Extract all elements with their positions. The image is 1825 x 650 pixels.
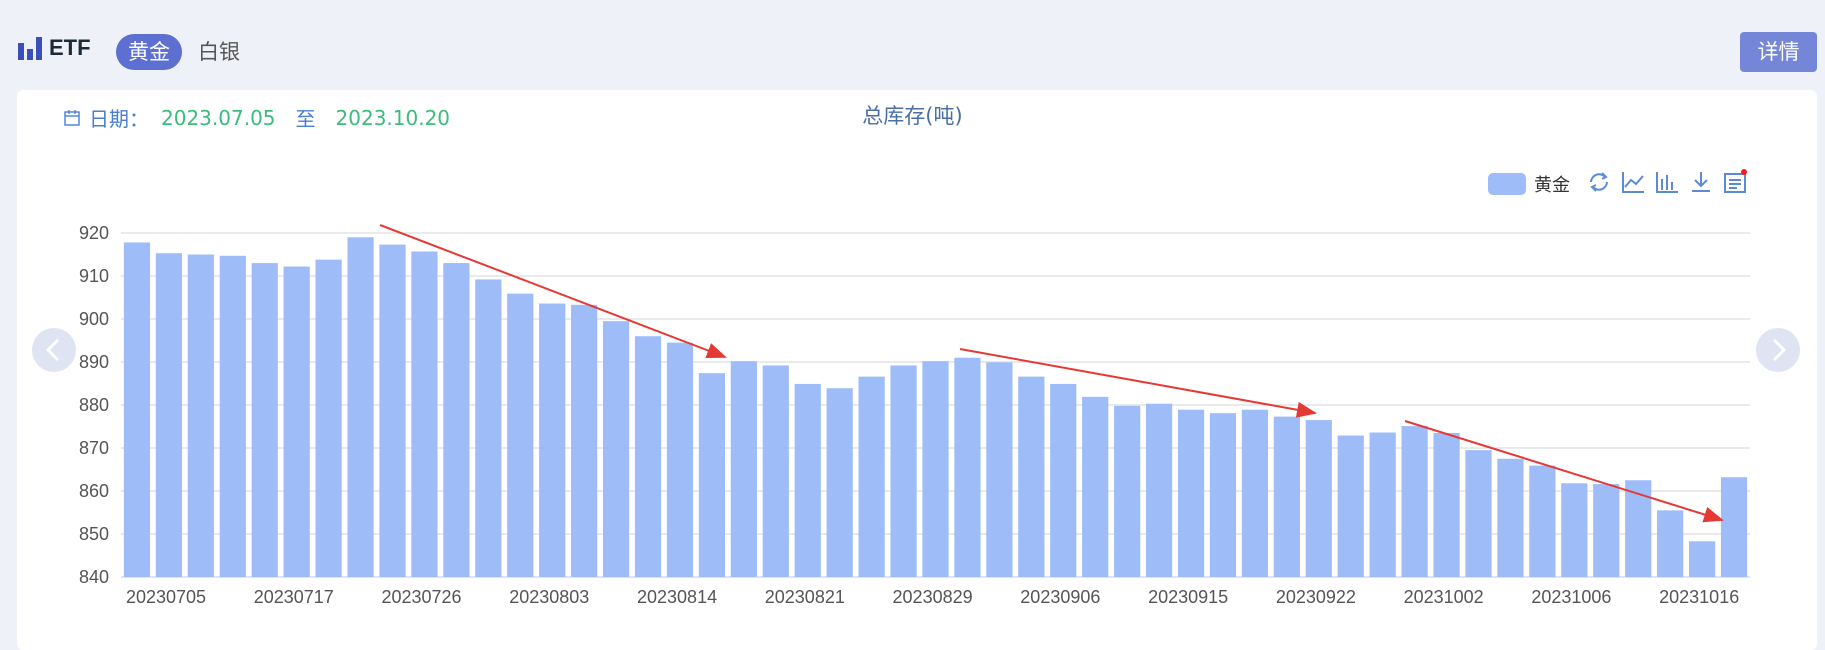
y-tick-label: 880 <box>79 395 109 415</box>
bar[interactable] <box>155 253 183 577</box>
bar[interactable] <box>475 279 502 577</box>
bar[interactable] <box>762 365 789 577</box>
bar-chart: 840 850 860 870 880 890 900 910 920 20230705 2023… <box>79 223 1750 607</box>
bar[interactable] <box>986 362 1013 577</box>
x-tick-label: 20230726 <box>381 587 461 607</box>
x-tick-label: 20230821 <box>765 587 845 607</box>
trend-arrow <box>959 348 1317 418</box>
y-tick-label: 890 <box>79 352 109 372</box>
y-tick-label: 850 <box>79 524 109 544</box>
bar[interactable] <box>1561 483 1588 577</box>
y-tick-label: 840 <box>79 567 109 587</box>
bar[interactable] <box>443 263 470 577</box>
bar[interactable] <box>251 263 278 577</box>
bar[interactable] <box>1114 405 1141 577</box>
bar[interactable] <box>1720 477 1748 577</box>
bar[interactable] <box>858 376 885 577</box>
bar[interactable] <box>219 255 246 578</box>
x-tick-label: 20230814 <box>637 587 717 607</box>
bar[interactable] <box>602 321 630 577</box>
y-tick-label: 900 <box>79 309 109 329</box>
bar[interactable] <box>730 361 757 577</box>
bar[interactable] <box>123 242 151 577</box>
bar[interactable] <box>1465 450 1492 577</box>
x-tick-label: 20230922 <box>1276 587 1356 607</box>
bar[interactable] <box>794 383 821 577</box>
bar[interactable] <box>411 251 438 578</box>
x-tick-label: 20230906 <box>1020 587 1100 607</box>
bar[interactable] <box>1593 484 1620 577</box>
x-tick-label: 20231006 <box>1531 587 1611 607</box>
x-tick-label: 20231002 <box>1404 587 1484 607</box>
bar[interactable] <box>1433 432 1460 577</box>
bar[interactable] <box>1050 383 1077 577</box>
bar[interactable] <box>507 293 534 577</box>
bar[interactable] <box>187 254 214 578</box>
bar[interactable] <box>1657 510 1684 577</box>
bar[interactable] <box>922 361 949 577</box>
bar[interactable] <box>666 342 694 577</box>
x-tick-label: 20230717 <box>254 587 334 607</box>
bar[interactable] <box>1145 403 1173 577</box>
bar[interactable] <box>539 303 566 577</box>
bar[interactable] <box>379 244 406 578</box>
y-tick-label: 920 <box>79 223 109 243</box>
bar[interactable] <box>826 388 853 577</box>
x-tick-label: 20230803 <box>509 587 589 607</box>
bar[interactable] <box>1305 420 1332 577</box>
x-tick-label: 20231016 <box>1659 587 1739 607</box>
bar[interactable] <box>1273 416 1300 577</box>
bar[interactable] <box>1241 409 1269 577</box>
bar[interactable] <box>315 259 342 577</box>
x-tick-label: 20230915 <box>1148 587 1228 607</box>
bar[interactable] <box>1497 458 1524 577</box>
bar[interactable] <box>1529 465 1556 577</box>
bar[interactable] <box>571 304 598 577</box>
bar[interactable] <box>347 237 374 578</box>
y-tick-label: 860 <box>79 481 109 501</box>
bar[interactable] <box>1337 435 1364 577</box>
x-tick-label: 20230829 <box>893 587 973 607</box>
bar[interactable] <box>890 365 917 577</box>
y-tick-label: 870 <box>79 438 109 458</box>
bar[interactable] <box>1688 541 1716 577</box>
bar[interactable] <box>634 336 662 577</box>
y-tick-label: 910 <box>79 266 109 286</box>
bar[interactable] <box>698 373 726 577</box>
bar[interactable] <box>283 266 310 577</box>
bar[interactable] <box>1018 376 1045 577</box>
bar[interactable] <box>1401 426 1428 577</box>
bar[interactable] <box>1209 413 1237 577</box>
bar[interactable] <box>1082 396 1109 577</box>
bar[interactable] <box>954 357 981 577</box>
bar[interactable] <box>1177 409 1205 577</box>
x-tick-label: 20230705 <box>126 587 206 607</box>
bar[interactable] <box>1369 432 1396 577</box>
